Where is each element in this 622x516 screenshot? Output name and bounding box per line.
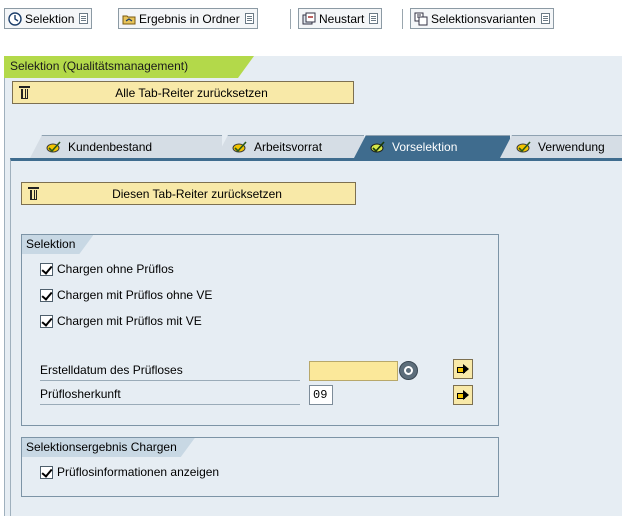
- menu-icon[interactable]: [244, 13, 254, 24]
- checkbox-chargen-ohne-prueflos[interactable]: [40, 262, 53, 276]
- checkbox-prueflosinformationen-anzeigen[interactable]: [40, 465, 53, 479]
- arrow-right-icon: [457, 390, 469, 400]
- selektionsvarianten-button-label: Selektionsvarianten: [431, 11, 536, 26]
- check-flag-icon: [370, 140, 386, 154]
- result-group-title: Selektionsergebnis Chargen: [22, 438, 195, 457]
- tab-kundenbestand-label: Kundenbestand: [68, 140, 153, 154]
- checkbox-row: Prüflosinformationen anzeigen: [40, 465, 219, 479]
- multiple-selection-button[interactable]: [453, 385, 473, 405]
- check-flag-icon: [516, 140, 532, 154]
- screen-title: Selektion (Qualitätsmanagement): [4, 56, 254, 78]
- tab-arbeitsvorrat[interactable]: Arbeitsvorrat: [216, 135, 364, 158]
- checkbox-label: Chargen ohne Prüflos: [57, 262, 174, 276]
- neustart-button-label: Neustart: [319, 11, 365, 26]
- checkbox-row: Chargen ohne Prüflos: [40, 262, 174, 276]
- tab-vorselektion[interactable]: Vorselektion: [354, 135, 510, 158]
- reset-this-tab-label: Diesen Tab-Reiter zurücksetzen: [112, 186, 282, 201]
- tab-verwendung[interactable]: Verwendung: [500, 135, 622, 158]
- neustart-button[interactable]: Neustart: [298, 8, 383, 29]
- arrow-right-icon: [457, 364, 469, 374]
- tabstrip: Kundenbestand Arbeitsvorrat Vorselektion…: [4, 132, 622, 158]
- check-flag-icon: [232, 140, 248, 154]
- trash-icon: [19, 86, 30, 99]
- tab-verwendung-label: Verwendung: [538, 140, 605, 154]
- prueflosherkunft-label: Prüflosherkunft: [40, 387, 300, 405]
- selektionsvarianten-button[interactable]: Selektionsvarianten: [410, 8, 554, 29]
- selektion-button[interactable]: Selektion: [4, 8, 93, 29]
- checkbox-label: Chargen mit Prüflos ohne VE: [57, 288, 213, 302]
- erstelldatum-input[interactable]: [309, 361, 398, 381]
- check-flag-icon: [46, 140, 62, 154]
- trash-icon: [28, 187, 39, 200]
- multiple-selection-button[interactable]: [453, 359, 473, 379]
- checkbox-label: Chargen mit Prüflos mit VE: [57, 314, 202, 328]
- tab-vorselektion-label: Vorselektion: [392, 140, 458, 154]
- ergebnis-in-ordner-button[interactable]: Ergebnis in Ordner: [118, 8, 258, 29]
- result-group: Selektionsergebnis Chargen Prüflosinform…: [21, 437, 499, 497]
- clock-run-icon: [8, 11, 22, 26]
- menu-icon[interactable]: [540, 13, 550, 24]
- tab-kundenbestand[interactable]: Kundenbestand: [30, 135, 222, 158]
- tab-arbeitsvorrat-label: Arbeitsvorrat: [254, 140, 323, 154]
- ergebnis-button-label: Ergebnis in Ordner: [139, 11, 240, 26]
- restart-icon: [302, 12, 316, 26]
- application-toolbar: Selektion Ergebnis in Ordner Neustart Se…: [0, 0, 622, 42]
- reset-all-tabs-label: Alle Tab-Reiter zurücksetzen: [115, 85, 268, 100]
- reset-this-tab-button[interactable]: Diesen Tab-Reiter zurücksetzen: [21, 182, 356, 205]
- checkbox-row: Chargen mit Prüflos ohne VE: [40, 288, 212, 302]
- selection-group: Selektion Chargen ohne Prüflos Chargen m…: [21, 234, 499, 426]
- checkbox-label: Prüflosinformationen anzeigen: [57, 465, 220, 479]
- menu-icon[interactable]: [369, 13, 379, 24]
- reset-all-tabs-button[interactable]: Alle Tab-Reiter zurücksetzen: [12, 81, 354, 104]
- checkbox-row: Chargen mit Prüflos mit VE: [40, 314, 202, 328]
- folder-result-icon: [122, 12, 136, 26]
- checkbox-chargen-mit-prueflos-mit-ve[interactable]: [40, 314, 53, 328]
- selektion-button-label: Selektion: [25, 11, 75, 26]
- toolbar-separator: [402, 9, 403, 29]
- erstelldatum-label: Erstelldatum des Prüfloses: [40, 363, 300, 381]
- variants-icon: [414, 12, 428, 26]
- menu-icon[interactable]: [79, 13, 89, 24]
- value-help-icon[interactable]: [399, 361, 418, 380]
- checkbox-chargen-mit-prueflos-ohne-ve[interactable]: [40, 288, 53, 302]
- prueflosherkunft-input[interactable]: 09: [309, 385, 333, 405]
- toolbar-separator: [290, 9, 291, 29]
- selection-group-title: Selektion: [22, 235, 93, 254]
